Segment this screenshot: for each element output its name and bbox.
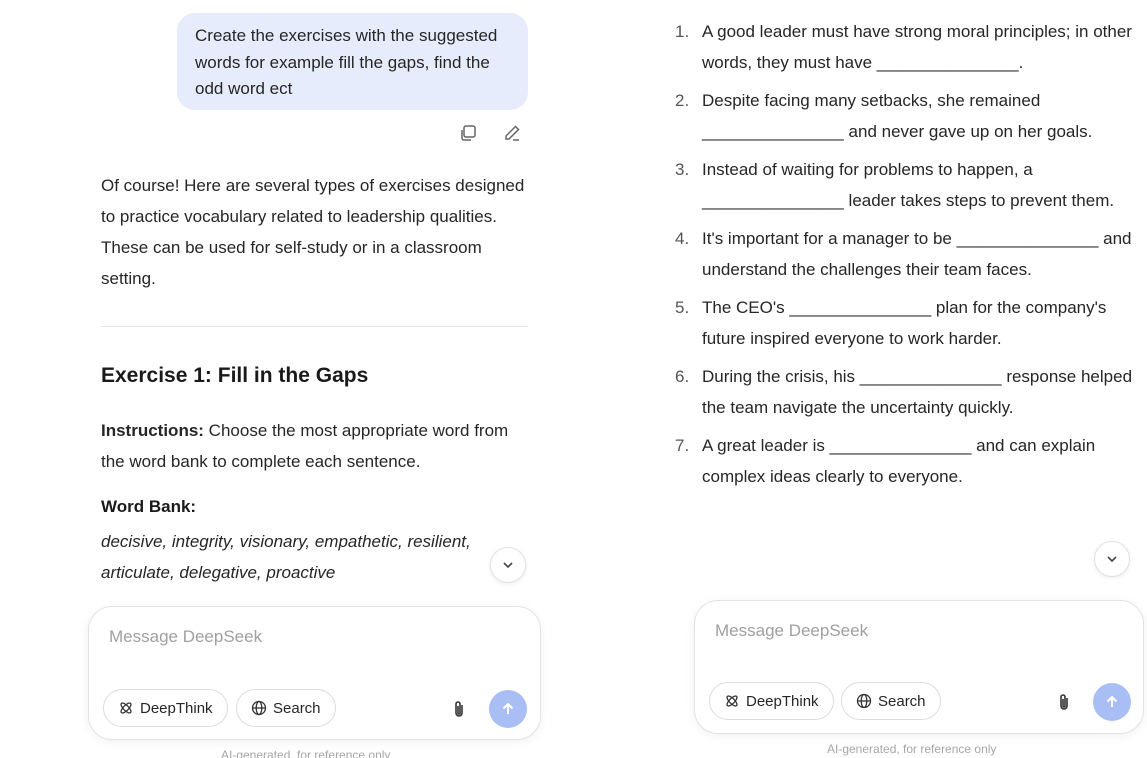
item-number: 3. <box>675 160 690 179</box>
list-item: 1. A good leader must have strong moral p… <box>675 16 1142 78</box>
list-item: 2. Despite facing many setbacks, she rema… <box>675 85 1142 147</box>
message-actions <box>455 120 535 146</box>
right-chat-pane: 1. A good leader must have strong moral p… <box>575 0 1147 758</box>
message-composer: DeepThink Search <box>88 606 541 740</box>
deepthink-button[interactable]: DeepThink <box>709 682 834 720</box>
message-composer: DeepThink Search <box>694 600 1144 734</box>
globe-icon <box>856 693 872 709</box>
list-item: 7. A great leader is _______________ and … <box>675 430 1142 492</box>
chevron-down-icon <box>1107 556 1117 563</box>
sentence-text: The CEO's _______________ plan for the c… <box>702 298 1107 348</box>
exercise-sentence-list: 1. A good leader must have strong moral p… <box>675 16 1142 499</box>
atom-icon <box>120 702 132 714</box>
deepthink-label: DeepThink <box>746 692 819 710</box>
item-number: 4. <box>675 229 690 248</box>
ai-disclaimer: AI-generated, for reference only <box>221 748 391 758</box>
sentence-text: Despite facing many setbacks, she remain… <box>702 91 1093 141</box>
list-item: 6. During the crisis, his _______________… <box>675 361 1142 423</box>
globe-icon <box>251 700 267 716</box>
paperclip-icon[interactable] <box>447 697 471 721</box>
item-number: 6. <box>675 367 690 386</box>
item-number: 5. <box>675 298 690 317</box>
deepthink-button[interactable]: DeepThink <box>103 689 228 727</box>
paperclip-icon[interactable] <box>1052 690 1076 714</box>
send-button[interactable] <box>1093 683 1131 721</box>
assistant-intro-text: Of course! Here are several types of exe… <box>101 176 525 288</box>
arrow-up-icon <box>502 702 514 714</box>
pencil-icon[interactable] <box>499 120 525 146</box>
search-label: Search <box>273 699 321 717</box>
sentence-text: A great leader is _______________ and ca… <box>702 436 1096 486</box>
copy-icon[interactable] <box>455 120 481 146</box>
search-button[interactable]: Search <box>841 682 941 720</box>
ai-disclaimer: AI-generated, for reference only <box>827 742 997 756</box>
list-item: 4. It's important for a manager to be ___… <box>675 223 1142 285</box>
chevron-down-icon <box>503 562 513 569</box>
message-input[interactable] <box>715 619 1115 643</box>
send-button[interactable] <box>489 690 527 728</box>
list-item: 5. The CEO's _______________ plan for the… <box>675 292 1142 354</box>
section-divider <box>101 326 528 327</box>
atom-icon <box>726 695 738 707</box>
instructions: Instructions: Choose the most appropriat… <box>101 415 531 477</box>
user-message-bubble: Create the exercises with the suggested … <box>177 13 528 110</box>
item-number: 1. <box>675 22 690 41</box>
list-item: 3. Instead of waiting for problems to hap… <box>675 154 1142 216</box>
sentence-text: Instead of waiting for problems to happe… <box>702 160 1115 210</box>
exercise-title: Exercise 1: Fill in the Gaps <box>101 364 369 387</box>
item-number: 7. <box>675 436 690 455</box>
item-number: 2. <box>675 91 690 110</box>
instructions-label: Instructions: <box>101 421 204 440</box>
scroll-down-button[interactable] <box>490 547 526 583</box>
sentence-text: It's important for a manager to be _____… <box>702 229 1132 279</box>
search-label: Search <box>878 692 926 710</box>
word-bank: decisive, integrity, visionary, empathet… <box>101 532 471 582</box>
sentence-text: A good leader must have strong moral pri… <box>702 22 1132 72</box>
deepthink-label: DeepThink <box>140 699 213 717</box>
left-chat-pane: Create the exercises with the suggested … <box>0 0 575 758</box>
scroll-down-button[interactable] <box>1094 541 1130 577</box>
search-button[interactable]: Search <box>236 689 336 727</box>
sentence-text: During the crisis, his _______________ r… <box>702 367 1133 417</box>
message-input[interactable] <box>109 625 509 649</box>
word-bank-label: Word Bank: <box>101 497 197 516</box>
arrow-up-icon <box>1106 695 1118 707</box>
